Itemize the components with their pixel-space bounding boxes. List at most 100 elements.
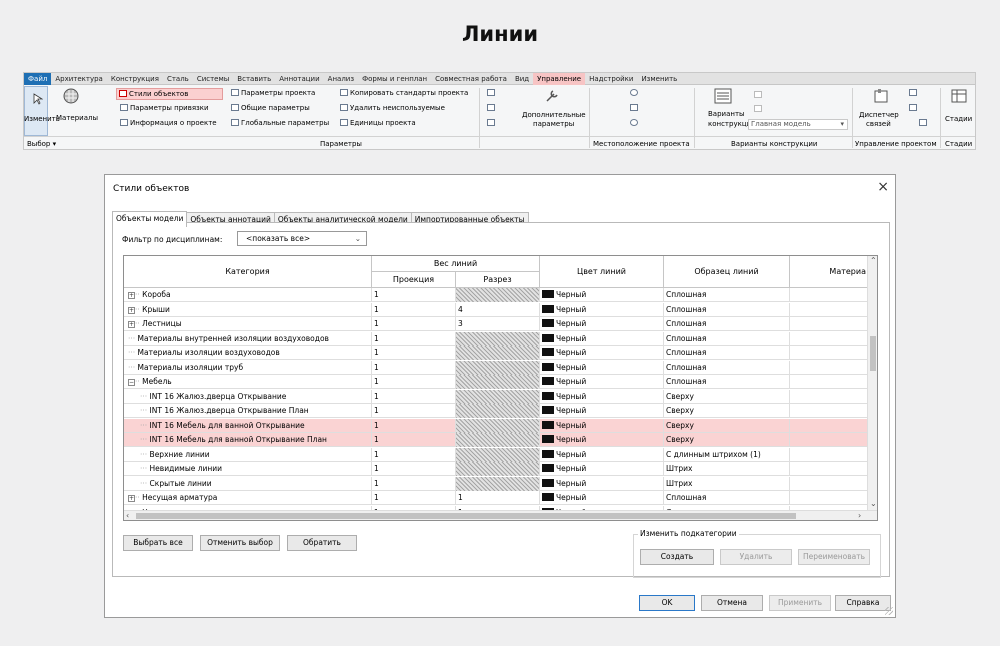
line-color-cell[interactable]: Черный — [540, 462, 664, 476]
rename-subcategory-button[interactable]: Переименовать — [798, 549, 870, 565]
material-cell[interactable] — [790, 418, 869, 433]
category-cell[interactable]: −·· Мебель — [124, 375, 372, 389]
line-color-cell[interactable]: Черный — [540, 302, 664, 317]
table-row[interactable]: ··· Скрытые линии 1 Черный Штрих — [124, 476, 869, 491]
table-row[interactable]: ··· INT 16 Жалюз.дверца Открывание 1 Черны… — [124, 389, 869, 404]
col-header-line-pattern[interactable]: Образец линий — [664, 256, 790, 288]
projection-weight-cell[interactable]: 1 — [372, 331, 456, 346]
ribbon-tab-steel[interactable]: Сталь — [163, 73, 193, 85]
cut-weight-cell[interactable] — [456, 418, 540, 433]
line-pattern-cell[interactable]: Сплошная — [664, 346, 790, 360]
category-cell[interactable]: ··· Невидимые линии — [124, 462, 372, 476]
scroll-right-icon[interactable]: › — [858, 511, 861, 520]
manage-links-button[interactable]: Диспетчер связей — [859, 86, 901, 134]
line-color-cell[interactable]: Черный — [540, 433, 664, 447]
position-icon[interactable] — [630, 119, 638, 126]
material-cell[interactable] — [790, 491, 869, 505]
reconcile-icon[interactable] — [919, 119, 927, 126]
horizontal-scroll-thumb[interactable] — [136, 513, 796, 519]
category-cell[interactable]: ··· INT 16 Жалюз.дверца Открывание — [124, 389, 372, 404]
material-cell[interactable] — [790, 404, 869, 418]
category-cell[interactable]: ··· Материалы внутренней изоляции воздух… — [124, 331, 372, 346]
link-icon[interactable] — [909, 104, 917, 111]
line-pattern-cell[interactable]: Сплошная — [664, 360, 790, 375]
line-color-cell[interactable]: Черный — [540, 346, 664, 360]
projection-weight-cell[interactable]: 1 — [372, 404, 456, 418]
material-cell[interactable] — [790, 476, 869, 491]
ribbon-tab-insert[interactable]: Вставить — [233, 73, 275, 85]
projection-weight-cell[interactable]: 1 — [372, 302, 456, 317]
main-model-select[interactable]: Главная модель ▾ — [748, 119, 848, 130]
table-row[interactable]: ··· INT 16 Жалюз.дверца Открывание План 1… — [124, 404, 869, 418]
line-pattern-cell[interactable]: С длинным штрихом (1) — [664, 447, 790, 462]
pick-to-edit-icon[interactable] — [754, 105, 762, 112]
material-cell[interactable] — [790, 433, 869, 447]
ribbon-tab-architecture[interactable]: Архитектура — [51, 73, 107, 85]
ribbon-tab-analyze[interactable]: Анализ — [324, 73, 358, 85]
expand-toggle-icon[interactable]: − — [128, 379, 135, 386]
ribbon-tab-collaborate[interactable]: Совместная работа — [431, 73, 511, 85]
col-header-category[interactable]: Категория — [124, 256, 372, 288]
projection-weight-cell[interactable]: 1 — [372, 317, 456, 331]
category-cell[interactable]: ··· INT 16 Мебель для ванной Открывание … — [124, 433, 372, 447]
cut-weight-cell[interactable] — [456, 360, 540, 375]
cut-weight-cell[interactable] — [456, 346, 540, 360]
scroll-left-icon[interactable]: ‹ — [126, 511, 129, 520]
line-color-cell[interactable]: Черный — [540, 317, 664, 331]
projection-weight-cell[interactable]: 1 — [372, 447, 456, 462]
category-cell[interactable]: +·· Крыши — [124, 302, 372, 317]
line-color-cell[interactable]: Черный — [540, 491, 664, 505]
expand-toggle-icon[interactable]: + — [128, 306, 135, 314]
material-cell[interactable] — [790, 447, 869, 462]
apply-button[interactable]: Применить — [769, 595, 831, 611]
material-cell[interactable] — [790, 346, 869, 360]
projection-weight-cell[interactable]: 1 — [372, 418, 456, 433]
line-pattern-cell[interactable]: Сверху — [664, 433, 790, 447]
scroll-up-icon[interactable]: ⌃ — [870, 256, 877, 266]
ribbon-tab-systems[interactable]: Системы — [193, 73, 233, 85]
category-cell[interactable]: ··· INT 16 Жалюз.дверца Открывание План — [124, 404, 372, 418]
line-color-cell[interactable]: Черный — [540, 375, 664, 389]
ribbon-tab-structure[interactable]: Конструкция — [107, 73, 163, 85]
projection-weight-cell[interactable]: 1 — [372, 476, 456, 491]
cut-weight-cell[interactable] — [456, 462, 540, 476]
cut-weight-cell[interactable]: 1 — [456, 491, 540, 505]
modify-button[interactable]: Изменить — [24, 86, 60, 136]
line-color-cell[interactable]: Черный — [540, 404, 664, 418]
table-row[interactable]: +·· Лестницы 1 3 Черный Сплошная — [124, 317, 869, 331]
materials-assets-icon[interactable] — [487, 89, 495, 96]
category-cell[interactable]: ··· Материалы изоляции труб — [124, 360, 372, 375]
table-row[interactable]: ··· Материалы внутренней изоляции воздух… — [124, 331, 869, 346]
table-row[interactable]: ··· Верхние линии 1 Черный С длинным штрихо… — [124, 447, 869, 462]
line-pattern-cell[interactable]: Сплошная — [664, 288, 790, 302]
cut-weight-cell[interactable] — [456, 447, 540, 462]
cut-weight-cell[interactable]: 3 — [456, 317, 540, 331]
projection-weight-cell[interactable]: 1 — [372, 462, 456, 476]
global-parameters-button[interactable]: Глобальные параметры — [231, 119, 329, 127]
material-cell[interactable] — [790, 360, 869, 375]
category-cell[interactable]: ··· INT 16 Мебель для ванной Открывание — [124, 418, 372, 433]
line-pattern-cell[interactable]: Сверху — [664, 418, 790, 433]
table-row[interactable]: ··· Материалы изоляции воздуховодов 1 Черн… — [124, 346, 869, 360]
design-options-button[interactable]: Варианты конструкции — [708, 86, 756, 134]
shared-parameters-button[interactable]: Общие параметры — [231, 104, 310, 112]
line-pattern-cell[interactable]: Сплошная — [664, 331, 790, 346]
col-header-projection[interactable]: Проекция — [372, 272, 456, 288]
category-cell[interactable]: ··· Материалы изоляции воздуховодов — [124, 346, 372, 360]
discipline-filter-select[interactable]: <показать все> ⌄ — [237, 231, 367, 246]
ribbon-tab-file[interactable]: Файл — [24, 73, 52, 85]
select-all-button[interactable]: Выбрать все — [123, 535, 193, 551]
line-color-cell[interactable]: Черный — [540, 288, 664, 302]
col-header-cut[interactable]: Разрез — [456, 272, 540, 288]
cut-weight-cell[interactable] — [456, 288, 540, 302]
cut-weight-cell[interactable]: 4 — [456, 302, 540, 317]
cut-weight-cell[interactable] — [456, 389, 540, 404]
projection-weight-cell[interactable]: 1 — [372, 491, 456, 505]
table-row[interactable]: ··· Материалы изоляции труб 1 Черный Сплошн… — [124, 360, 869, 375]
col-header-material[interactable]: Материа — [790, 256, 869, 288]
ribbon-tab-massing[interactable]: Формы и генплан — [358, 73, 431, 85]
line-color-cell[interactable]: Черный — [540, 447, 664, 462]
table-row[interactable]: +·· Несущая арматура 1 1 Черный Сплошная — [124, 491, 869, 505]
invert-button[interactable]: Обратить — [287, 535, 357, 551]
category-cell[interactable]: ··· Верхние линии — [124, 447, 372, 462]
